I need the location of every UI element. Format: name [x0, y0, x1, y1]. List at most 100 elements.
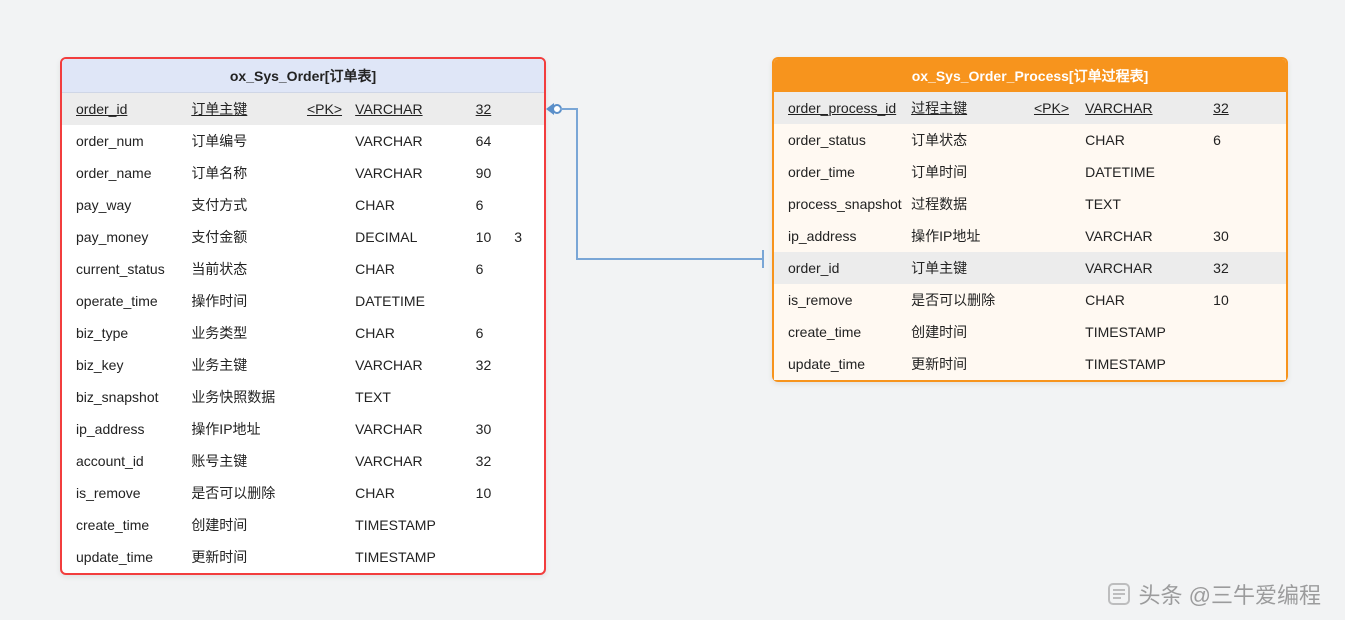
- table-row: biz_type业务类型CHAR6: [62, 317, 544, 349]
- column-length: 32: [472, 445, 511, 477]
- column-length: 30: [472, 413, 511, 445]
- column-scale: [510, 157, 544, 189]
- column-scale: [510, 125, 544, 157]
- table-row: biz_snapshot业务快照数据 TEXT: [62, 381, 544, 413]
- column-label-cn: 账号主键: [187, 445, 303, 477]
- column-label-cn: 业务快照数据: [187, 381, 303, 413]
- table-row: current_status当前状态 CHAR6: [62, 253, 544, 285]
- column-name: order_num: [62, 125, 187, 157]
- relationship-connector: [546, 100, 772, 266]
- column-type: TIMESTAMP: [1081, 316, 1209, 348]
- column-label-cn: 订单主键: [907, 252, 1030, 284]
- table-row: is_remove是否可以删除CHAR10: [62, 477, 544, 509]
- table-row: ip_address操作IP地址VARCHAR30: [62, 413, 544, 445]
- entity-ox-sys-order[interactable]: ox_Sys_Order[订单表] order_id订单主键<PK>VARCHA…: [60, 57, 546, 575]
- column-name: current_status: [62, 253, 187, 285]
- column-name: update_time: [774, 348, 907, 380]
- column-pk: [1030, 316, 1081, 348]
- column-name: biz_snapshot: [62, 381, 187, 413]
- column-pk: [303, 157, 351, 189]
- table-row: order_id订单主键VARCHAR32: [774, 252, 1286, 284]
- entity-columns-table: order_id订单主键<PK>VARCHAR32order_num订单编号VA…: [62, 93, 544, 573]
- column-pk: <PK>: [1030, 92, 1081, 124]
- table-row: operate_time操作时间DATETIME: [62, 285, 544, 317]
- column-pk: [1030, 348, 1081, 380]
- column-name: order_name: [62, 157, 187, 189]
- column-type: TIMESTAMP: [1081, 348, 1209, 380]
- table-row: create_time创建时间TIMESTAMP: [62, 509, 544, 541]
- column-length: 10: [472, 221, 511, 253]
- table-row: update_time更新时间TIMESTAMP: [62, 541, 544, 573]
- column-type: VARCHAR: [1081, 252, 1209, 284]
- column-scale: [510, 93, 544, 125]
- column-pk: [303, 253, 351, 285]
- column-label-cn: 订单名称: [187, 157, 303, 189]
- column-length: 10: [472, 477, 511, 509]
- table-row: order_time订单时间 DATETIME: [774, 156, 1286, 188]
- table-row: order_num订单编号VARCHAR64: [62, 125, 544, 157]
- column-length: [472, 541, 511, 573]
- column-scale: [510, 509, 544, 541]
- table-row: process_snapshot过程数据TEXT: [774, 188, 1286, 220]
- table-row: order_name订单名称 VARCHAR90: [62, 157, 544, 189]
- column-scale: [510, 349, 544, 381]
- column-name: order_time: [774, 156, 907, 188]
- entity-ox-sys-order-process[interactable]: ox_Sys_Order_Process[订单过程表] order_proces…: [772, 57, 1288, 382]
- column-label-cn: 订单编号: [187, 125, 303, 157]
- entity-title: ox_Sys_Order[订单表]: [62, 59, 544, 93]
- column-label-cn: 业务类型: [187, 317, 303, 349]
- column-name: is_remove: [774, 284, 907, 316]
- column-label-cn: 是否可以删除: [187, 477, 303, 509]
- column-type: CHAR: [351, 253, 472, 285]
- column-scale: [510, 253, 544, 285]
- column-pk: [1030, 252, 1081, 284]
- column-scale: [1250, 348, 1286, 380]
- column-name: create_time: [774, 316, 907, 348]
- column-length: 6: [472, 189, 511, 221]
- column-type: VARCHAR: [351, 157, 472, 189]
- column-length: 90: [472, 157, 511, 189]
- column-label-cn: 更新时间: [187, 541, 303, 573]
- column-name: account_id: [62, 445, 187, 477]
- column-length: 32: [1209, 252, 1250, 284]
- column-length: 6: [472, 253, 511, 285]
- column-label-cn: 创建时间: [907, 316, 1030, 348]
- column-name: order_status: [774, 124, 907, 156]
- column-scale: [510, 285, 544, 317]
- entity-title: ox_Sys_Order_Process[订单过程表]: [774, 59, 1286, 92]
- column-label-cn: 操作IP地址: [187, 413, 303, 445]
- column-label-cn: 订单时间: [907, 156, 1030, 188]
- column-pk: [1030, 284, 1081, 316]
- table-row: order_id订单主键<PK>VARCHAR32: [62, 93, 544, 125]
- column-length: [1209, 348, 1250, 380]
- column-length: 6: [1209, 124, 1250, 156]
- table-row: pay_money支付金额DECIMAL103: [62, 221, 544, 253]
- column-pk: [303, 221, 351, 253]
- column-type: VARCHAR: [1081, 220, 1209, 252]
- column-scale: [510, 413, 544, 445]
- column-label-cn: 支付金额: [187, 221, 303, 253]
- column-length: 6: [472, 317, 511, 349]
- column-scale: [1250, 316, 1286, 348]
- column-name: order_process_id: [774, 92, 907, 124]
- column-name: update_time: [62, 541, 187, 573]
- column-scale: [510, 317, 544, 349]
- column-scale: [510, 541, 544, 573]
- column-label-cn: 订单状态: [907, 124, 1030, 156]
- column-name: ip_address: [62, 413, 187, 445]
- column-label-cn: 订单主键: [187, 93, 303, 125]
- column-pk: <PK>: [303, 93, 351, 125]
- column-pk: [303, 413, 351, 445]
- column-length: 32: [472, 349, 511, 381]
- column-type: DATETIME: [1081, 156, 1209, 188]
- table-row: biz_key业务主键VARCHAR32: [62, 349, 544, 381]
- column-label-cn: 过程主键: [907, 92, 1030, 124]
- column-type: TEXT: [351, 381, 472, 413]
- watermark-text: 头条 @三牛爱编程: [1139, 578, 1321, 610]
- column-pk: [303, 541, 351, 573]
- column-type: VARCHAR: [1081, 92, 1209, 124]
- column-type: CHAR: [351, 317, 472, 349]
- column-length: [1209, 156, 1250, 188]
- column-label-cn: 当前状态: [187, 253, 303, 285]
- column-length: [472, 381, 511, 413]
